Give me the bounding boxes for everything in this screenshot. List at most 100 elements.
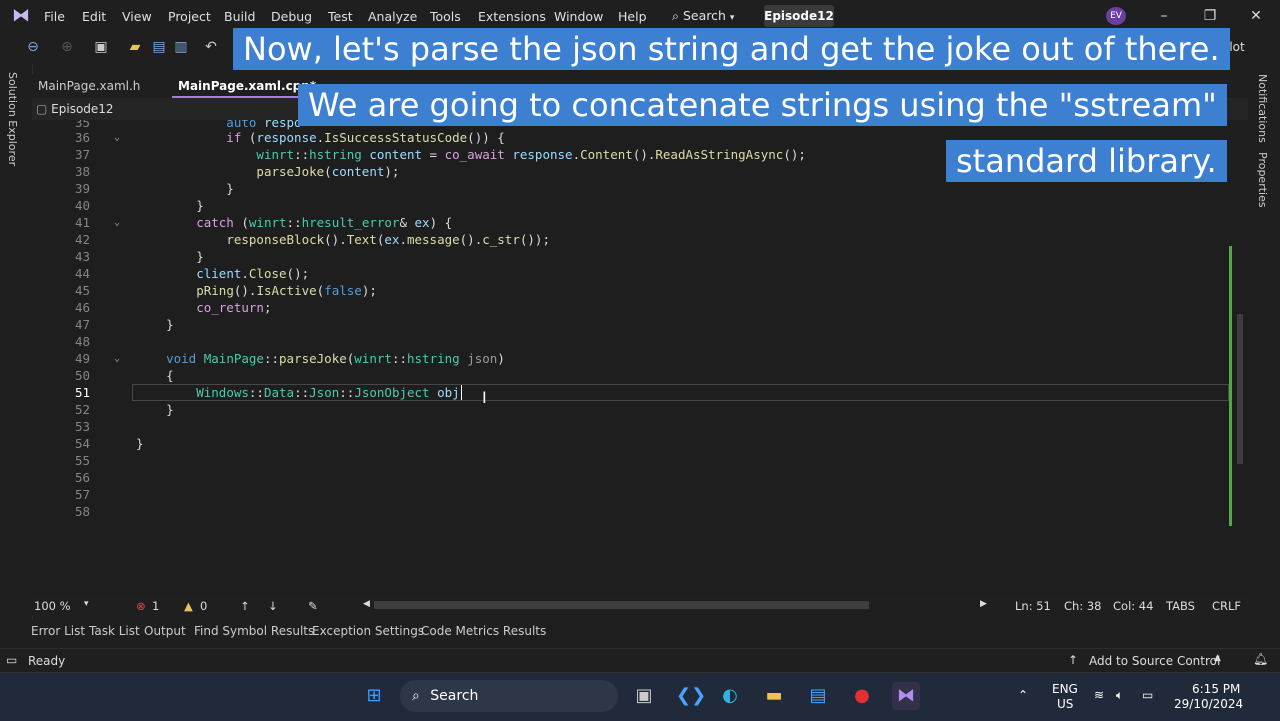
- chevron-up-icon[interactable]: ▲: [1214, 653, 1221, 663]
- code-line: 53: [32, 418, 1232, 435]
- record-icon[interactable]: ●: [848, 682, 876, 710]
- new-project-icon[interactable]: ▣: [92, 38, 110, 56]
- arrow-down-icon[interactable]: ↓: [268, 599, 278, 613]
- line-number: 57: [74, 487, 90, 502]
- indent-mode[interactable]: TABS: [1166, 599, 1195, 613]
- notepad-icon[interactable]: ▤: [804, 682, 832, 710]
- save-all-icon[interactable]: ▥: [172, 38, 190, 56]
- scrollbar-thumb[interactable]: [1237, 314, 1243, 464]
- code-text: }: [136, 181, 234, 196]
- tab-output[interactable]: Output: [144, 624, 186, 638]
- menu-project[interactable]: Project: [168, 9, 211, 24]
- search-box[interactable]: ⌕ Search ▾: [672, 6, 752, 26]
- brush-icon[interactable]: ✎: [308, 599, 318, 613]
- column-position[interactable]: Col: 44: [1113, 599, 1153, 613]
- code-line: 58: [32, 503, 1232, 520]
- menu-file[interactable]: File: [44, 9, 65, 24]
- windows-start-icon[interactable]: ⊞: [360, 682, 388, 710]
- menu-help[interactable]: Help: [618, 9, 647, 24]
- undo-icon[interactable]: ↶: [202, 38, 220, 56]
- error-count[interactable]: 1: [152, 599, 159, 613]
- chevron-down-icon: ▾: [729, 13, 735, 23]
- clock-time[interactable]: 6:15 PM: [1192, 682, 1240, 696]
- taskbar-search[interactable]: ⌕ Search: [400, 680, 618, 712]
- line-number: 42: [74, 232, 90, 247]
- input-language[interactable]: ENG: [1052, 682, 1078, 696]
- search-icon: ⌕: [412, 688, 420, 704]
- visual-studio-taskbar-icon[interactable]: ⧓: [892, 682, 920, 710]
- scroll-left-icon[interactable]: ◀: [363, 599, 370, 609]
- menu-debug[interactable]: Debug: [271, 9, 312, 24]
- task-view-icon[interactable]: ▣: [630, 682, 658, 710]
- forward-icon[interactable]: ⊕: [58, 38, 76, 56]
- tab-code-metrics-results[interactable]: Code Metrics Results: [421, 624, 546, 638]
- menu-edit[interactable]: Edit: [82, 9, 106, 24]
- line-number: 44: [74, 266, 90, 281]
- code-text: }: [136, 436, 144, 451]
- menu-extensions[interactable]: Extensions: [478, 9, 546, 24]
- input-region[interactable]: US: [1057, 697, 1073, 711]
- visual-studio-logo-icon[interactable]: ⧓: [10, 6, 32, 26]
- tool-window-tabs: [0, 620, 1280, 644]
- line-number: 46: [74, 300, 90, 315]
- char-position[interactable]: Ch: 38: [1064, 599, 1101, 613]
- wifi-icon[interactable]: ≋: [1094, 688, 1104, 702]
- restore-icon[interactable]: ❐: [1196, 4, 1224, 28]
- volume-icon[interactable]: 🔈︎: [1116, 688, 1123, 703]
- menu-analyze[interactable]: Analyze: [368, 9, 417, 24]
- code-line: 45 pRing().IsActive(false);: [32, 282, 1232, 299]
- line-number: 38: [74, 164, 90, 179]
- code-line: 52 }: [32, 401, 1232, 418]
- back-icon[interactable]: ⊖: [24, 38, 42, 56]
- menu-build[interactable]: Build: [224, 9, 255, 24]
- tab-exception-settings[interactable]: Exception Settings: [312, 624, 424, 638]
- vscode-icon[interactable]: ❮❯: [676, 682, 706, 710]
- edge-icon[interactable]: ◐: [716, 682, 744, 710]
- code-editor[interactable]: 35 auto respo 36 ⌄ if (response.IsSuccess…: [32, 120, 1232, 596]
- tab-task-list[interactable]: Task List: [89, 624, 140, 638]
- line-number: 54: [74, 436, 90, 451]
- tab-error-list[interactable]: Error List: [31, 624, 85, 638]
- save-icon[interactable]: ▤: [150, 38, 168, 56]
- warning-count[interactable]: 0: [200, 599, 207, 613]
- vertical-scrollbar[interactable]: [1232, 120, 1248, 596]
- zoom-level[interactable]: 100 %: [34, 599, 71, 613]
- clock-date[interactable]: 29/10/2024: [1174, 697, 1243, 711]
- avatar[interactable]: EV: [1106, 7, 1126, 25]
- notifications-tab[interactable]: Notifications: [1256, 74, 1269, 143]
- code-line: 57: [32, 486, 1232, 503]
- code-line: 54}: [32, 435, 1232, 452]
- tray-chevron-up-icon[interactable]: ⌃: [1018, 688, 1028, 702]
- project-dropdown[interactable]: ▢ Episode12: [36, 100, 114, 118]
- notification-bell-icon[interactable]: 🔔︎: [1253, 652, 1268, 666]
- horizontal-scrollbar[interactable]: [374, 601, 869, 609]
- line-endings[interactable]: CRLF: [1212, 599, 1241, 613]
- tab-mainpage-xaml-h[interactable]: MainPage.xaml.h: [32, 74, 146, 98]
- tab-find-symbol-results[interactable]: Find Symbol Results: [194, 624, 314, 638]
- arrow-up-icon[interactable]: ↑: [240, 599, 250, 613]
- close-icon[interactable]: ✕: [1242, 4, 1270, 28]
- caption-line-1: Now, let's parse the json string and get…: [233, 28, 1230, 70]
- properties-tab[interactable]: Properties: [1256, 152, 1269, 208]
- fold-chevron-icon[interactable]: ⌄: [114, 350, 120, 367]
- menu-view[interactable]: View: [122, 9, 152, 24]
- battery-icon[interactable]: ▭: [1142, 688, 1153, 702]
- fold-chevron-icon[interactable]: ⌄: [114, 214, 120, 231]
- fold-chevron-icon[interactable]: ⌄: [114, 129, 120, 146]
- open-folder-icon[interactable]: ▰: [126, 38, 144, 56]
- caption-line-2: We are going to concatenate strings usin…: [298, 84, 1227, 126]
- add-to-source-control[interactable]: Add to Source Control: [1089, 654, 1220, 668]
- solution-explorer-tab[interactable]: Solution Explorer: [6, 72, 19, 166]
- menu-tools[interactable]: Tools: [430, 9, 461, 24]
- project-icon: ▢: [36, 102, 52, 116]
- menu-test[interactable]: Test: [328, 9, 353, 24]
- file-explorer-icon[interactable]: ▬: [760, 682, 788, 710]
- code-text: pRing().IsActive(false);: [196, 283, 377, 298]
- scroll-right-icon[interactable]: ▶: [980, 599, 987, 609]
- line-position[interactable]: Ln: 51: [1015, 599, 1051, 613]
- code-text: client.Close();: [196, 266, 310, 281]
- chevron-down-icon[interactable]: ▾: [84, 599, 89, 609]
- menu-window[interactable]: Window: [554, 9, 603, 24]
- line-number: 48: [74, 334, 90, 349]
- minimize-icon[interactable]: –: [1150, 4, 1178, 28]
